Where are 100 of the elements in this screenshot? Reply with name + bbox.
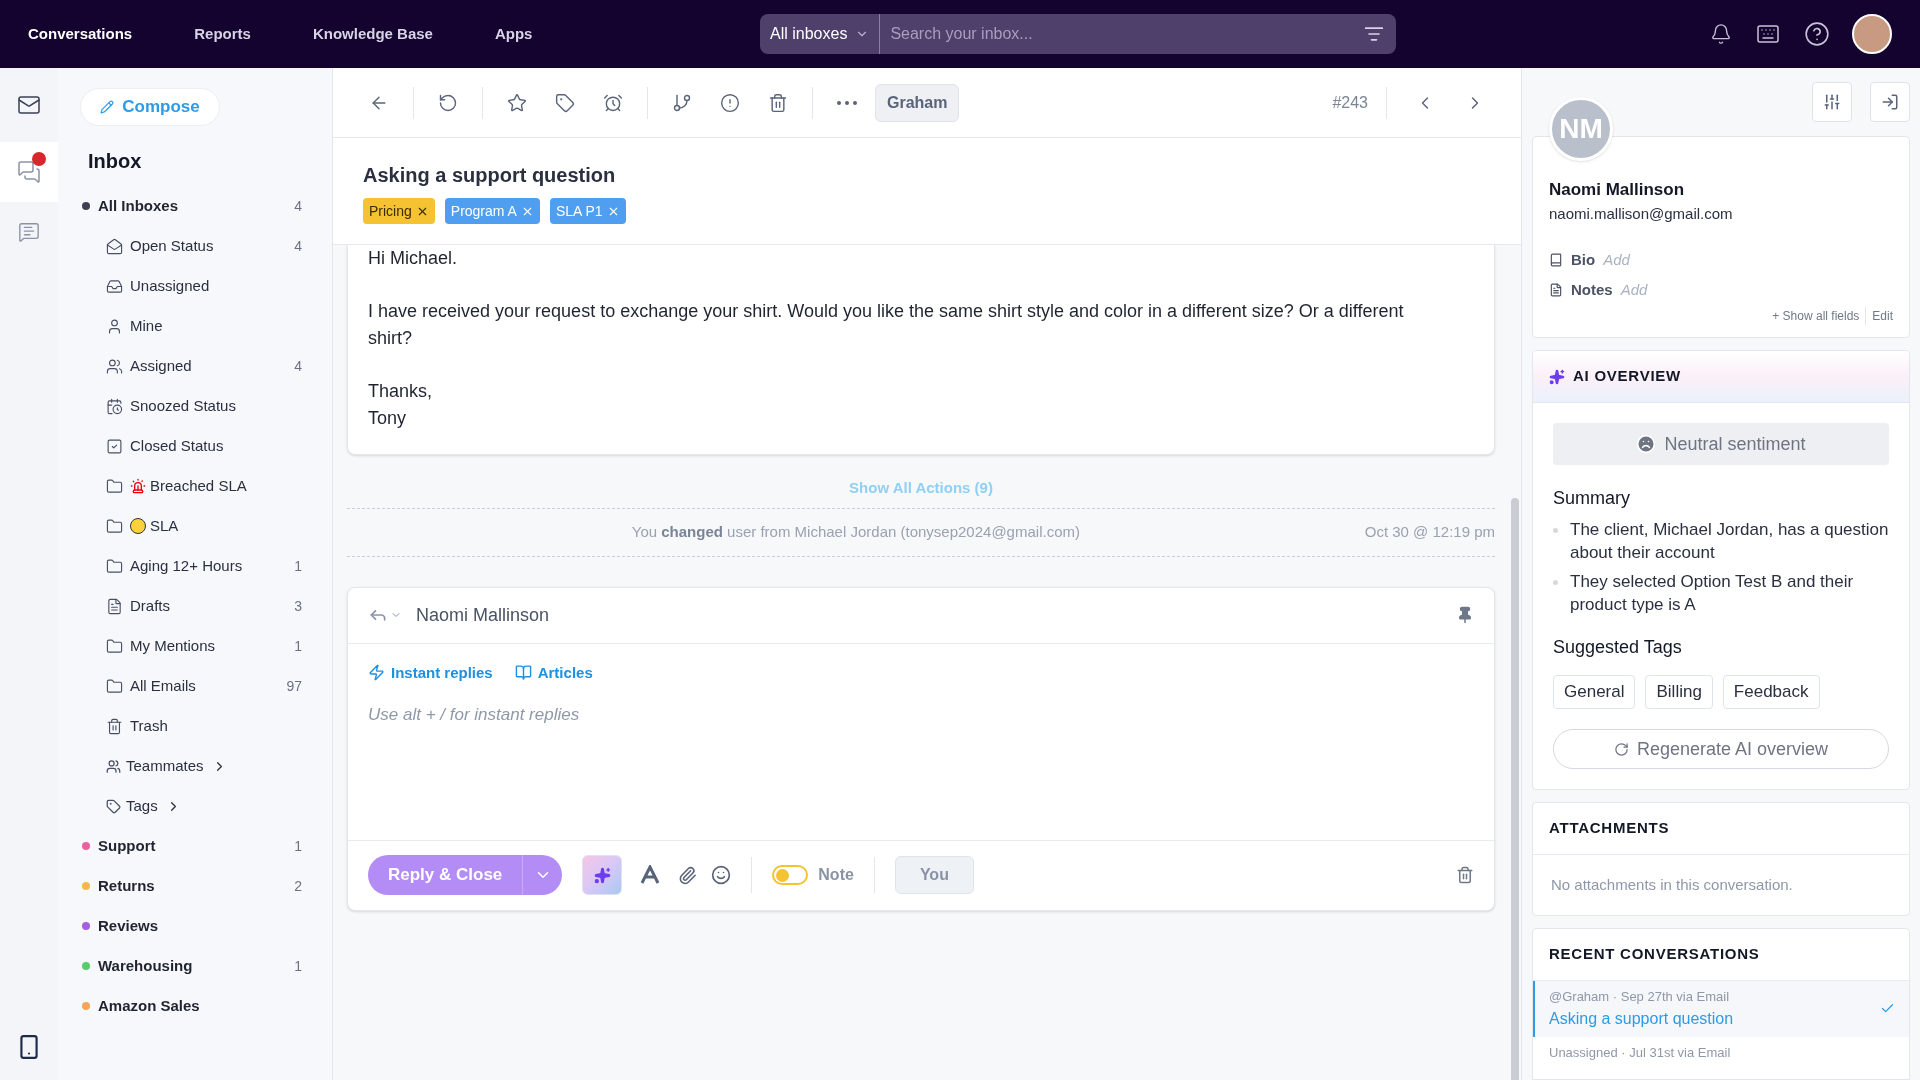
- inbox-scope-dropdown[interactable]: All inboxes: [760, 14, 881, 54]
- search-field[interactable]: Search your inbox...: [880, 14, 1396, 54]
- sliders-icon: [1823, 93, 1841, 111]
- assignee-button[interactable]: Graham: [875, 83, 960, 122]
- message-paragraph: I have received your request to exchange your shirt. Would you like the same shirt style and color in a different size? Or a different shirt?: [368, 300, 1405, 350]
- chat-bubbles-icon: [17, 160, 41, 184]
- inbox-item[interactable]: Assigned 4: [58, 346, 332, 386]
- attachments-empty-text: No attachments in this conversation.: [1550, 874, 1794, 895]
- contact-avatar: NM: [1549, 97, 1613, 161]
- sidebar-title: Inbox: [88, 149, 143, 174]
- nav-tab[interactable]: Apps: [494, 22, 533, 46]
- exit-arrow-icon: [1881, 93, 1899, 111]
- star-icon: [507, 92, 527, 113]
- chat-tab[interactable]: [0, 142, 58, 202]
- inbox-item[interactable]: SLA: [58, 506, 332, 546]
- inbox-item[interactable]: All Emails 97: [58, 666, 332, 706]
- activity-time: Oct 30 @ 12:19 pm: [1364, 521, 1495, 542]
- hashtag-bubble-icon: [18, 221, 40, 243]
- emoji-button[interactable]: [711, 865, 732, 885]
- suggested-tag[interactable]: General: [1553, 675, 1636, 709]
- book-icon: [514, 664, 532, 682]
- tag-chip[interactable]: Pricing: [363, 198, 435, 224]
- inbox-item[interactable]: Unassigned: [58, 266, 332, 306]
- bullet-icon: [1553, 528, 1558, 533]
- contact-name: Naomi Mallinson: [1549, 179, 1686, 201]
- field-label: Notes: [1571, 279, 1613, 300]
- undo-icon: [438, 92, 458, 113]
- search-input[interactable]: Search your inbox...: [880, 22, 1364, 46]
- sentiment-badge: Neutral sentiment: [1553, 423, 1889, 465]
- letter-a-icon: [640, 865, 661, 885]
- tag-icon: [555, 92, 575, 113]
- suggested-tag[interactable]: Feedback: [1722, 675, 1820, 709]
- document-icon: [1549, 283, 1563, 297]
- inbox-item[interactable]: Warehousing 1: [58, 946, 332, 986]
- inbox-group[interactable]: Tags: [58, 786, 332, 826]
- suggested-tags-heading: Suggested Tags: [1553, 636, 1683, 659]
- summary-item: They selected Option Test B and their product type is A: [1570, 571, 1855, 616]
- pin-icon[interactable]: [1456, 606, 1474, 624]
- pencil-icon: [100, 100, 115, 114]
- nav-tab[interactable]: Knowledge Base: [312, 22, 433, 46]
- user-avatar[interactable]: [1852, 14, 1892, 54]
- sparkles-icon: [1549, 368, 1565, 385]
- conversation-subject: Asking a support question: [363, 163, 617, 188]
- inbox-item[interactable]: Aging 12+ Hours 1: [58, 546, 332, 586]
- inbox-item[interactable]: Closed Status: [58, 426, 332, 466]
- inbox-item[interactable]: Returns 2: [58, 866, 332, 906]
- edit-link[interactable]: Edit: [1866, 307, 1893, 325]
- book-icon: [1549, 253, 1563, 267]
- nav-tab[interactable]: Conversations: [28, 22, 133, 46]
- lightning-icon: [368, 664, 385, 682]
- face-icon: [1636, 434, 1657, 454]
- refresh-icon: [1613, 741, 1629, 757]
- activity-text: You changed user from Michael Jordan (tonysep2024@gmail.com): [631, 521, 1080, 542]
- message-paragraph: Hi Michael.: [368, 247, 459, 270]
- nav-tab[interactable]: Reports: [194, 22, 251, 46]
- help-icon[interactable]: [1804, 21, 1830, 47]
- branch-icon: [672, 92, 692, 113]
- tag-icon: [106, 798, 121, 814]
- emoji-icon: [711, 865, 732, 885]
- inbox-item[interactable]: Breached SLA: [58, 466, 332, 506]
- summary-item: The client, Michael Jordan, has a question about their account: [1570, 519, 1889, 564]
- inbox-group[interactable]: Teammates: [58, 746, 332, 786]
- attach-button[interactable]: [678, 865, 698, 885]
- notification-bell-icon[interactable]: [1710, 23, 1732, 45]
- attachments-title: ATTACHMENTS: [1533, 803, 1909, 855]
- inbox-item[interactable]: Reviews: [58, 906, 332, 946]
- inbox-item[interactable]: Open Status 4: [58, 226, 332, 266]
- people-icon: [106, 758, 121, 774]
- alert-icon: [720, 92, 740, 113]
- ticket-number: #243: [1332, 92, 1368, 113]
- conversation-subject: Asking a support question: [1549, 1008, 1735, 1029]
- bullet-icon: [1553, 580, 1558, 585]
- inbox-item[interactable]: All Inboxes 4: [58, 186, 332, 226]
- inbox-item[interactable]: Support 1: [58, 826, 332, 866]
- paperclip-icon: [678, 865, 698, 885]
- conversation-meta: Unassigned · Jul 31st via Email: [1549, 1043, 1732, 1062]
- settings-button[interactable]: [1812, 82, 1852, 122]
- inbox-item[interactable]: My Mentions 1: [58, 626, 332, 666]
- inbox-item[interactable]: Mine: [58, 306, 332, 346]
- summary-heading: Summary: [1553, 487, 1631, 510]
- ai-assist-button[interactable]: [582, 855, 623, 895]
- suggested-tag[interactable]: Billing: [1645, 675, 1713, 709]
- mail-icon: [17, 93, 41, 117]
- filter-icon[interactable]: [1364, 24, 1384, 44]
- field-label: Bio: [1571, 249, 1596, 270]
- siren-icon: [130, 478, 146, 494]
- ai-overview-header: AI OVERVIEW: [1533, 351, 1909, 403]
- contact-email: naomi.mallison@gmail.com: [1549, 203, 1734, 224]
- reply-textarea[interactable]: Use alt + / for instant replies: [368, 702, 1474, 802]
- toggle-switch[interactable]: [772, 865, 809, 885]
- keyboard-icon[interactable]: [1756, 22, 1780, 46]
- inbox-item[interactable]: Amazon Sales: [58, 986, 332, 1026]
- more-icon: [837, 100, 857, 105]
- show-all-fields-link[interactable]: + Show all fields: [1772, 307, 1867, 325]
- inbox-item[interactable]: Snoozed Status: [58, 386, 332, 426]
- inbox-item[interactable]: Drafts 3: [58, 586, 332, 626]
- inbox-item[interactable]: Trash: [58, 706, 332, 746]
- collapse-panel-button[interactable]: [1870, 82, 1910, 122]
- recipient-name: Naomi Mallinson: [416, 603, 550, 627]
- discard-icon[interactable]: [1456, 866, 1474, 884]
